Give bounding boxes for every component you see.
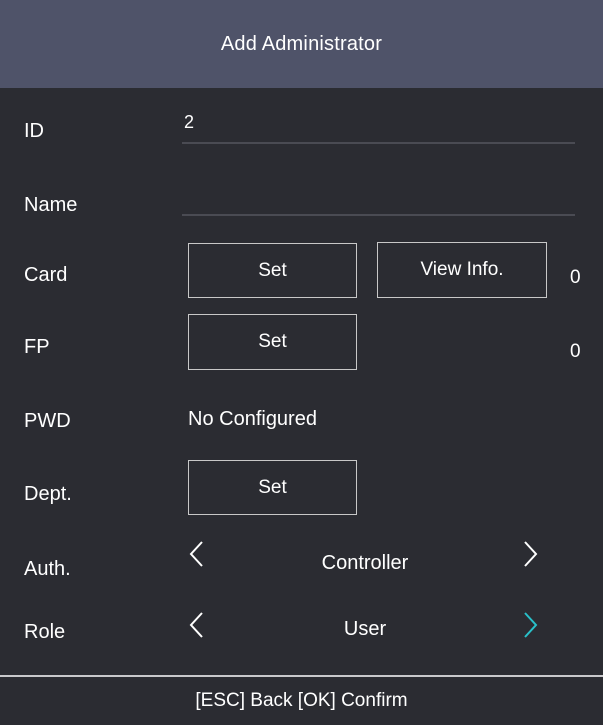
card-count: 0 <box>570 267 581 288</box>
card-label: Card <box>24 264 68 286</box>
fp-set-label: Set <box>258 331 287 352</box>
role-value: User <box>343 618 387 640</box>
chevron-right-icon[interactable] <box>515 534 545 574</box>
footer-hint: [ESC] Back [OK] Confirm <box>195 690 408 711</box>
card-view-info-label: View Info. <box>420 259 504 280</box>
form: ID 2 Name Card Set View Info. 0 FP Set 0… <box>0 88 603 675</box>
dept-label: Dept. <box>24 483 72 505</box>
name-field[interactable] <box>184 186 574 210</box>
page-title: Add Administrator <box>220 32 383 55</box>
auth-value: Controller <box>321 552 409 574</box>
fp-count: 0 <box>570 341 581 362</box>
dept-set-label: Set <box>258 476 287 498</box>
card-view-info-button[interactable]: View Info. <box>377 242 547 298</box>
name-field-underline <box>182 214 575 216</box>
footer-hint-bar: [ESC] Back [OK] Confirm <box>0 675 603 725</box>
card-set-label: Set <box>258 259 287 281</box>
name-label: Name <box>24 194 78 216</box>
card-set-button[interactable]: Set <box>188 243 357 298</box>
role-label: Role <box>24 621 66 643</box>
title-bar: Add Administrator <box>0 0 603 88</box>
id-field[interactable]: 2 <box>184 112 194 133</box>
fp-set-button[interactable]: Set <box>188 314 357 370</box>
auth-label: Auth. <box>24 558 71 580</box>
id-label: ID <box>24 120 44 142</box>
chevron-left-icon[interactable] <box>182 605 212 645</box>
pwd-label: PWD <box>24 410 71 432</box>
chevron-left-icon[interactable] <box>182 534 212 574</box>
pwd-status: No Configured <box>188 408 317 430</box>
chevron-right-icon[interactable] <box>515 605 545 645</box>
fp-label: FP <box>24 336 50 358</box>
dept-set-button[interactable]: Set <box>188 460 357 515</box>
id-field-underline <box>182 142 575 144</box>
